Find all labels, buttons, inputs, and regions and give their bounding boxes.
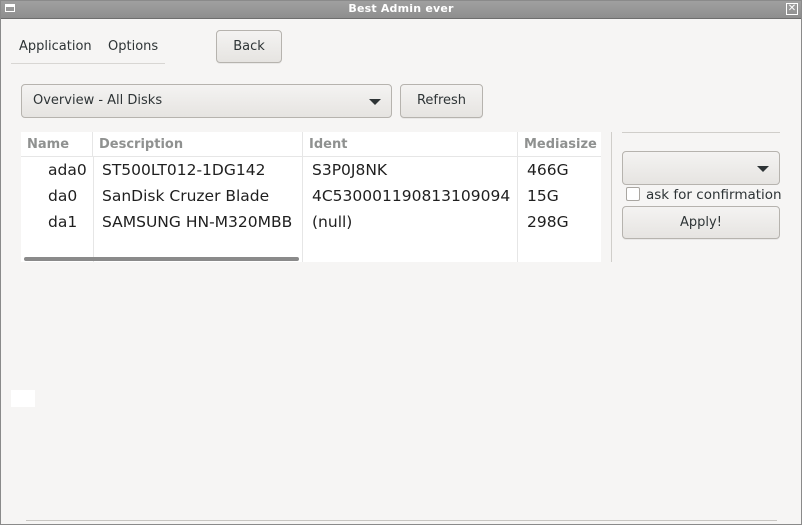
column-header-mediasize[interactable]: Mediasize [518, 132, 601, 157]
view-select-value: Overview - All Disks [33, 93, 163, 108]
title-bar: Best Admin ever ✕ [0, 0, 802, 19]
close-icon[interactable]: ✕ [786, 3, 798, 15]
cell-ident: S3P0J8NK [312, 161, 388, 179]
apply-button[interactable]: Apply! [622, 206, 780, 239]
horizontal-scrollbar[interactable] [24, 257, 299, 261]
menu-bar: Application Options [11, 34, 165, 64]
cell-ident: 4C530001190813109094 [312, 187, 511, 205]
empty-widget [11, 390, 35, 407]
action-select[interactable] [622, 151, 780, 185]
table-row[interactable]: ada0 ST500LT012-1DG142 S3P0J8NK 466G [21, 157, 601, 183]
chevron-down-icon [369, 99, 381, 105]
cell-mediasize: 466G [527, 161, 569, 179]
panel-divider [611, 132, 612, 262]
column-header-ident[interactable]: Ident [303, 132, 518, 157]
window-title: Best Admin ever [348, 2, 454, 15]
cell-description: ST500LT012-1DG142 [102, 161, 266, 179]
bottom-divider [26, 520, 777, 521]
menu-options[interactable]: Options [108, 39, 158, 54]
disk-table: Name Description Ident Mediasize ada0 ST… [21, 132, 601, 262]
menu-application[interactable]: Application [19, 39, 92, 54]
view-select[interactable]: Overview - All Disks [21, 84, 392, 118]
cell-description: SAMSUNG HN-M320MBB [102, 213, 293, 231]
refresh-button[interactable]: Refresh [400, 84, 483, 118]
table-row[interactable]: da0 SanDisk Cruzer Blade 4C5300011908131… [21, 183, 601, 209]
column-header-description[interactable]: Description [93, 132, 303, 157]
confirm-checkbox[interactable] [626, 187, 640, 201]
chevron-down-icon [757, 166, 769, 172]
cell-description: SanDisk Cruzer Blade [102, 187, 270, 205]
cell-name: da1 [48, 213, 78, 231]
side-panel-divider [622, 132, 780, 133]
table-row[interactable]: da1 SAMSUNG HN-M320MBB (null) 298G [21, 209, 601, 235]
cell-mediasize: 15G [527, 187, 559, 205]
confirm-checkbox-label[interactable]: ask for confirmation [646, 187, 782, 203]
back-button[interactable]: Back [216, 30, 282, 63]
cell-mediasize: 298G [527, 213, 569, 231]
cell-name: da0 [48, 187, 78, 205]
column-header-name[interactable]: Name [21, 132, 93, 157]
window-frame [0, 0, 802, 525]
cell-name: ada0 [48, 161, 87, 179]
cell-ident: (null) [312, 213, 353, 231]
